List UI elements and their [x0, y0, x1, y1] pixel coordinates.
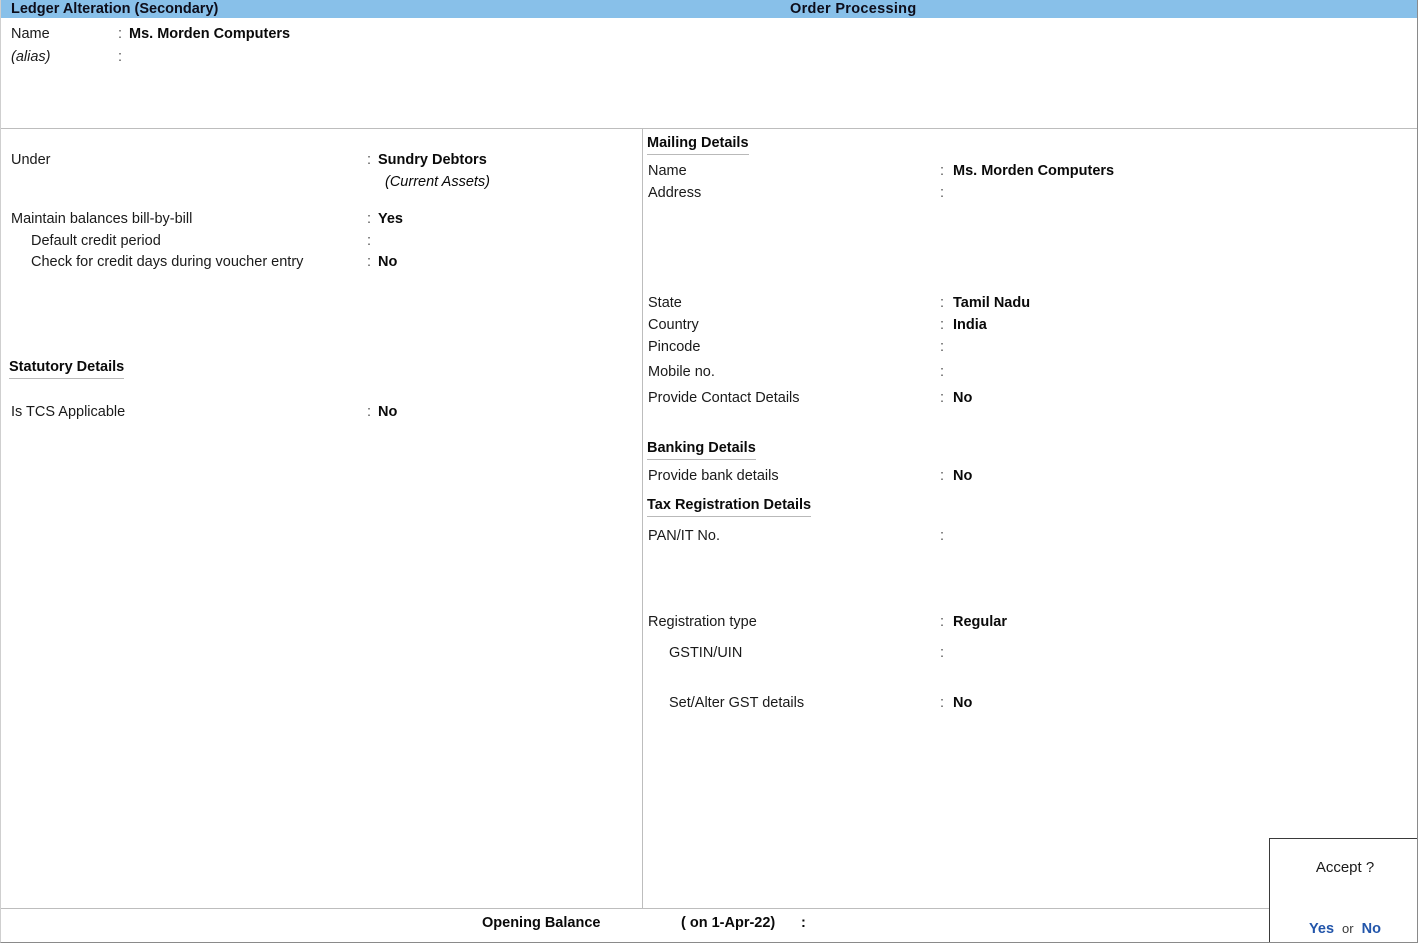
is-tcs-applicable-colon: :	[367, 404, 371, 420]
set-alter-gst-details-value[interactable]: No	[953, 695, 972, 711]
mailing-name-label: Name	[648, 163, 687, 179]
mailing-name-colon: :	[940, 163, 944, 179]
accept-or-label: or	[1342, 921, 1354, 936]
mailing-name-value[interactable]: Ms. Morden Computers	[953, 163, 1114, 179]
tally-ledger-alteration-screen: Ledger Alteration (Secondary) Order Proc…	[0, 0, 1418, 943]
tax-registration-details-heading: Tax Registration Details	[647, 497, 811, 517]
mailing-mobile-label: Mobile no.	[648, 364, 715, 380]
check-credit-days-colon: :	[367, 254, 371, 270]
accept-dialog: Accept ? Yesor No	[1269, 838, 1418, 943]
name-label: Name	[11, 26, 50, 42]
pan-it-no-label: PAN/IT No.	[648, 528, 720, 544]
gstin-uin-colon: :	[940, 645, 944, 661]
report-context-title: Order Processing	[790, 0, 917, 18]
mailing-pincode-colon: :	[940, 339, 944, 355]
set-alter-gst-details-colon: :	[940, 695, 944, 711]
mailing-country-colon: :	[940, 317, 944, 333]
mailing-details-heading: Mailing Details	[647, 135, 749, 155]
default-credit-period-label: Default credit period	[31, 233, 161, 249]
provide-bank-details-colon: :	[940, 468, 944, 484]
mailing-state-colon: :	[940, 295, 944, 311]
pan-it-no-colon: :	[940, 528, 944, 544]
registration-type-value[interactable]: Regular	[953, 614, 1007, 630]
check-credit-days-label: Check for credit days during voucher ent…	[31, 254, 303, 270]
provide-contact-details-colon: :	[940, 390, 944, 406]
is-tcs-applicable-value[interactable]: No	[378, 404, 397, 420]
banking-details-heading: Banking Details	[647, 440, 756, 460]
header-divider	[1, 128, 1418, 129]
opening-balance-as-on: ( on 1-Apr-22)	[681, 915, 775, 931]
maintain-bill-by-bill-colon: :	[367, 211, 371, 227]
provide-bank-details-label: Provide bank details	[648, 468, 779, 484]
accept-dialog-actions: Yesor No	[1270, 921, 1418, 937]
under-group-parent: (Current Assets)	[385, 174, 490, 190]
default-credit-period-colon: :	[367, 233, 371, 249]
mailing-address-label: Address	[648, 185, 701, 201]
window-title: Ledger Alteration (Secondary)	[11, 0, 218, 18]
opening-balance-colon: :	[801, 915, 806, 931]
accept-no-button[interactable]: No	[1362, 921, 1381, 937]
statutory-details-heading: Statutory Details	[9, 359, 124, 379]
provide-contact-details-label: Provide Contact Details	[648, 390, 800, 406]
name-value[interactable]: Ms. Morden Computers	[129, 26, 290, 42]
is-tcs-applicable-label: Is TCS Applicable	[11, 404, 125, 420]
check-credit-days-value[interactable]: No	[378, 254, 397, 270]
title-bar: Ledger Alteration (Secondary) Order Proc…	[1, 0, 1418, 18]
maintain-bill-by-bill-value[interactable]: Yes	[378, 211, 403, 227]
registration-type-colon: :	[940, 614, 944, 630]
registration-type-label: Registration type	[648, 614, 757, 630]
mailing-pincode-label: Pincode	[648, 339, 700, 355]
opening-balance-label: Opening Balance	[482, 915, 600, 931]
alias-colon: :	[118, 49, 122, 65]
gstin-uin-label: GSTIN/UIN	[669, 645, 742, 661]
mailing-country-label: Country	[648, 317, 699, 333]
set-alter-gst-details-label: Set/Alter GST details	[669, 695, 804, 711]
provide-contact-details-value[interactable]: No	[953, 390, 972, 406]
provide-bank-details-value[interactable]: No	[953, 468, 972, 484]
under-value[interactable]: Sundry Debtors	[378, 152, 487, 168]
mailing-mobile-colon: :	[940, 364, 944, 380]
maintain-bill-by-bill-label: Maintain balances bill-by-bill	[11, 211, 192, 227]
alias-label: (alias)	[11, 49, 50, 65]
mailing-country-value[interactable]: India	[953, 317, 987, 333]
under-label: Under	[11, 152, 51, 168]
name-colon: :	[118, 26, 122, 42]
mailing-address-colon: :	[940, 185, 944, 201]
under-colon: :	[367, 152, 371, 168]
mailing-state-value[interactable]: Tamil Nadu	[953, 295, 1030, 311]
panel-divider	[642, 129, 643, 908]
accept-yes-button[interactable]: Yes	[1309, 921, 1334, 937]
footer-divider	[1, 908, 1269, 909]
mailing-state-label: State	[648, 295, 682, 311]
accept-dialog-title: Accept ?	[1270, 859, 1418, 876]
